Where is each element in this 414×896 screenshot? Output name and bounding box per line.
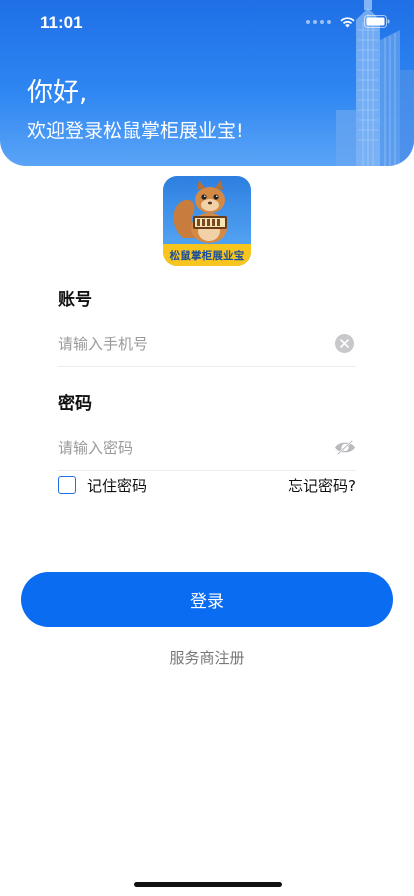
greeting-text: 你好, xyxy=(27,78,88,108)
forgot-password-link[interactable]: 忘记密码? xyxy=(288,475,356,496)
logo-band-text: 松鼠掌柜展业宝 xyxy=(163,244,251,266)
status-icons xyxy=(306,15,390,28)
login-button[interactable]: 登录 xyxy=(21,572,393,627)
eye-closed-icon[interactable] xyxy=(334,438,356,457)
login-form: 账号 密码 xyxy=(58,285,356,471)
account-label: 账号 xyxy=(58,290,92,310)
signal-icon xyxy=(306,19,331,24)
password-input[interactable] xyxy=(58,433,318,463)
password-label: 密码 xyxy=(58,394,92,414)
remember-checkbox[interactable] xyxy=(58,476,76,494)
password-field-row xyxy=(58,425,356,471)
wifi-icon xyxy=(340,16,355,27)
app-logo: 松鼠掌柜展业宝 xyxy=(163,176,251,266)
header-banner: 11:01 你好, 欢迎登录松鼠掌柜展业宝! xyxy=(0,0,414,166)
battery-icon xyxy=(364,15,390,28)
welcome-text: 欢迎登录松鼠掌柜展业宝! xyxy=(27,120,244,142)
remember-label[interactable]: 记住密码 xyxy=(87,475,147,496)
squirrel-logo-icon xyxy=(173,180,227,243)
provider-register-link[interactable]: 服务商注册 xyxy=(0,647,414,668)
clear-icon[interactable] xyxy=(335,334,354,353)
account-field-row xyxy=(58,321,356,367)
status-bar: 11:01 xyxy=(0,0,414,44)
phone-input[interactable] xyxy=(58,329,318,359)
home-indicator xyxy=(134,882,282,887)
status-time: 11:01 xyxy=(40,13,83,32)
remember-row: 记住密码 忘记密码? xyxy=(58,474,356,498)
